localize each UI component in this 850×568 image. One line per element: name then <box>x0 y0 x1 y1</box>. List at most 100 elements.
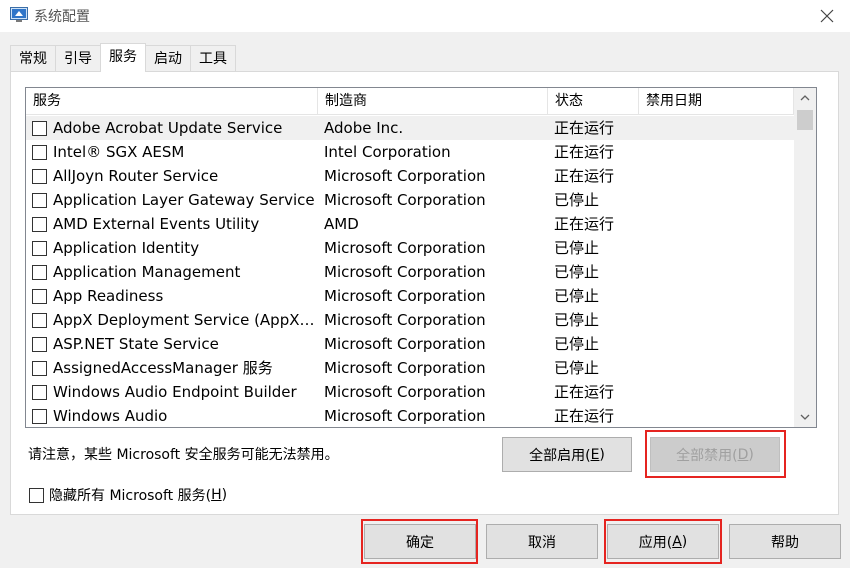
tab-tools[interactable]: 工具 <box>190 45 236 72</box>
checkbox-icon[interactable] <box>32 264 47 280</box>
status-cell: 正在运行 <box>554 215 615 233</box>
highlight-apply <box>604 519 722 564</box>
service-rows: Adobe Acrobat Update Service Adobe Inc. 正在… <box>26 116 794 427</box>
column-header-disabled-date[interactable]: 禁用日期 <box>639 88 794 115</box>
enable-all-accel: E <box>590 446 600 463</box>
service-name: AMD External Events Utility <box>53 215 260 233</box>
table-row[interactable]: AssignedAccessManager 服务 Microsoft Corpor… <box>26 356 794 380</box>
manufacturer-cell: Microsoft Corporation <box>324 167 486 185</box>
disabled-date-cell <box>639 212 794 236</box>
disabled-date-cell <box>639 116 794 140</box>
table-row[interactable]: App Readiness Microsoft Corporation 已停止 <box>26 284 794 308</box>
checkbox-icon[interactable] <box>32 360 47 376</box>
table-row[interactable]: AMD External Events Utility AMD 正在运行 <box>26 212 794 236</box>
checkbox-icon[interactable] <box>32 240 47 256</box>
services-list[interactable]: 服务 制造商 状态 禁用日期 Adobe Acrobat Update Serv… <box>25 87 817 428</box>
service-name: App Readiness <box>53 287 164 305</box>
manufacturer-cell: Microsoft Corporation <box>324 359 486 377</box>
close-button[interactable] <box>804 0 850 32</box>
service-cell: AMD External Events Utility <box>26 212 318 236</box>
manufacturer-cell: Microsoft Corporation <box>324 239 486 257</box>
enable-all-button[interactable]: 全部启用(E) <box>502 437 632 472</box>
tab-startup[interactable]: 启动 <box>145 45 191 72</box>
table-row[interactable]: Adobe Acrobat Update Service Adobe Inc. 正在… <box>26 116 794 140</box>
disabled-date-cell <box>639 140 794 164</box>
checkbox-icon[interactable] <box>32 312 47 328</box>
help-label: 帮助 <box>771 534 799 551</box>
manufacturer-cell: Microsoft Corporation <box>324 191 486 209</box>
checkbox-icon[interactable] <box>32 384 47 400</box>
status-cell: 已停止 <box>554 239 600 257</box>
scroll-down-button[interactable] <box>794 407 816 427</box>
service-cell: Windows Audio Endpoint Builder <box>26 380 318 404</box>
service-name: Application Identity <box>53 239 200 257</box>
vertical-scrollbar[interactable] <box>794 88 816 427</box>
disabled-date-cell <box>639 356 794 380</box>
checkbox-icon[interactable] <box>32 336 47 352</box>
manufacturer-cell: Microsoft Corporation <box>324 287 486 305</box>
checkbox-icon[interactable] <box>32 192 47 208</box>
tab-boot[interactable]: 引导 <box>55 45 101 72</box>
tab-services[interactable]: 服务 <box>100 43 146 72</box>
checkbox-icon[interactable] <box>32 408 47 424</box>
service-name: AllJoyn Router Service <box>53 167 219 185</box>
list-header: 服务 制造商 状态 禁用日期 <box>26 88 794 115</box>
checkbox-icon <box>29 487 44 503</box>
service-name: AppX Deployment Service (AppXS... <box>53 311 318 329</box>
status-cell: 正在运行 <box>554 407 615 425</box>
cancel-button[interactable]: 取消 <box>486 524 598 559</box>
service-name: Adobe Acrobat Update Service <box>53 119 283 137</box>
status-cell: 已停止 <box>554 335 600 353</box>
security-note: 请注意，某些 Microsoft 安全服务可能无法禁用。 <box>28 447 339 463</box>
scroll-up-arrow-icon <box>800 95 810 101</box>
tab-general[interactable]: 常规 <box>10 45 56 72</box>
disabled-date-cell <box>639 404 794 427</box>
column-header-manufacturer[interactable]: 制造商 <box>318 88 548 115</box>
table-row[interactable]: Application Identity Microsoft Corporatio… <box>26 236 794 260</box>
table-row[interactable]: Application Management Microsoft Corporat… <box>26 260 794 284</box>
table-row[interactable]: Windows Audio Microsoft Corporation 正在运行 <box>26 404 794 427</box>
table-row[interactable]: Windows Audio Endpoint Builder Microsoft … <box>26 380 794 404</box>
service-name: Application Management <box>53 263 241 281</box>
checkbox-icon[interactable] <box>32 168 47 184</box>
cancel-label: 取消 <box>528 534 556 551</box>
status-cell: 正在运行 <box>554 143 615 161</box>
manufacturer-cell: Microsoft Corporation <box>324 383 486 401</box>
service-cell: Application Management <box>26 260 318 284</box>
service-name: Windows Audio <box>53 407 168 425</box>
msconfig-app-icon <box>10 7 28 22</box>
checkbox-icon[interactable] <box>32 216 47 232</box>
service-cell: App Readiness <box>26 284 318 308</box>
table-row[interactable]: Application Layer Gateway Service Microso… <box>26 188 794 212</box>
hide-ms-label: 隐藏所有 Microsoft 服务( <box>49 488 212 504</box>
status-cell: 正在运行 <box>554 167 615 185</box>
disabled-date-cell <box>639 260 794 284</box>
tab-strip: 常规 引导 服务 启动 工具 <box>10 43 236 72</box>
column-header-status[interactable]: 状态 <box>548 88 639 115</box>
status-cell: 已停止 <box>554 263 600 281</box>
table-row[interactable]: AppX Deployment Service (AppXS... Microso… <box>26 308 794 332</box>
service-cell: Application Identity <box>26 236 318 260</box>
hide-ms-tail: ) <box>221 487 228 503</box>
scroll-thumb[interactable] <box>797 110 813 130</box>
status-cell: 正在运行 <box>554 119 615 137</box>
scroll-up-button[interactable] <box>794 88 816 108</box>
column-header-service[interactable]: 服务 <box>26 88 318 115</box>
hide-ms-services-checkbox[interactable]: 隐藏所有 Microsoft 服务(H) <box>29 485 227 505</box>
help-button[interactable]: 帮助 <box>729 524 841 559</box>
service-cell: ASP.NET State Service <box>26 332 318 356</box>
status-cell: 已停止 <box>554 359 600 377</box>
manufacturer-cell: Adobe Inc. <box>324 119 404 137</box>
service-name: Intel® SGX AESM <box>53 143 185 161</box>
scroll-down-arrow-icon <box>800 414 810 420</box>
disabled-date-cell <box>639 284 794 308</box>
checkbox-icon[interactable] <box>32 288 47 304</box>
table-row[interactable]: Intel® SGX AESM Intel Corporation 正在运行 <box>26 140 794 164</box>
close-icon <box>820 9 834 23</box>
checkbox-icon[interactable] <box>32 144 47 160</box>
service-cell: Intel® SGX AESM <box>26 140 318 164</box>
table-row[interactable]: AllJoyn Router Service Microsoft Corporat… <box>26 164 794 188</box>
manufacturer-cell: Intel Corporation <box>324 143 451 161</box>
checkbox-icon[interactable] <box>32 120 47 136</box>
table-row[interactable]: ASP.NET State Service Microsoft Corporati… <box>26 332 794 356</box>
